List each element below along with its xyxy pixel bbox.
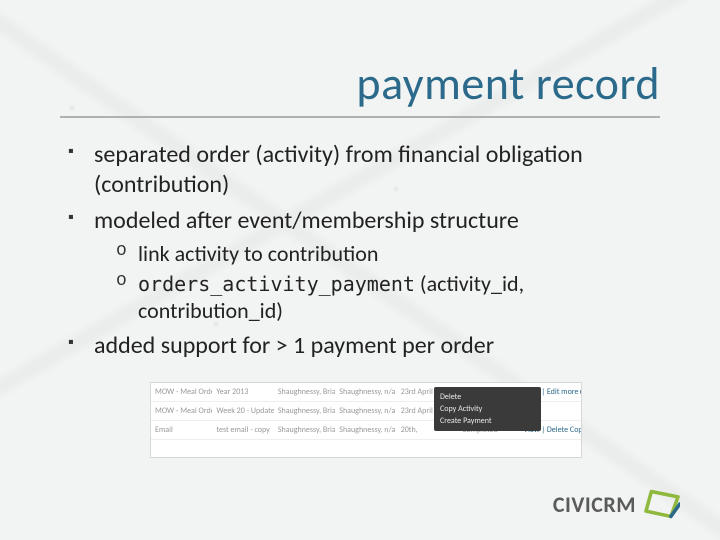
cell: Week 20 - Updates xyxy=(212,406,273,416)
bullet: modeled after event/membership structure… xyxy=(68,206,660,325)
cell: MOW - Meal Order xyxy=(151,387,212,397)
menu-item-delete[interactable]: Delete xyxy=(440,391,535,403)
cell: Email xyxy=(151,425,212,435)
cell: Year 2013 xyxy=(212,387,273,397)
civicrm-logo-icon xyxy=(644,488,680,520)
slide-body: separated order (activity) from financia… xyxy=(68,140,660,367)
bullet-text: modeled after event/membership structure xyxy=(94,206,519,235)
title-underline xyxy=(60,116,660,118)
logo: CIVICRM xyxy=(553,488,680,520)
cell: Shaughnessy, Brian xyxy=(274,387,335,397)
sub-bullet-mono: orders_activity_payment xyxy=(138,272,415,296)
bullet: separated order (activity) from financia… xyxy=(68,140,660,200)
cell: Shaughnessy, Brian xyxy=(274,406,335,416)
sub-bullet: link activity to contribution xyxy=(116,240,660,268)
bullet-text: separated order (activity) from financia… xyxy=(94,140,583,199)
cell: Shaughnessy, n/a xyxy=(335,425,396,435)
cell: MOW - Meal Order xyxy=(151,406,212,416)
slide-title: payment record xyxy=(0,56,660,112)
menu-item-create-payment[interactable]: Create Payment xyxy=(440,415,535,427)
slide: payment record separated order (activity… xyxy=(0,0,720,540)
sub-bullet: orders_activity_payment (activity_id, co… xyxy=(116,270,660,325)
embedded-screenshot: MOW - Meal Order Year 2013 Shaughnessy, … xyxy=(150,382,582,458)
cell: Shaughnessy, n/a xyxy=(335,387,396,397)
bullet: added support for > 1 payment per order xyxy=(68,331,660,361)
context-menu[interactable]: Delete Copy Activity Create Payment xyxy=(434,387,541,431)
bullet-text: added support for > 1 payment per order xyxy=(94,331,494,360)
sub-bullet-text: link activity to contribution xyxy=(138,240,378,267)
cell: Shaughnessy, Brian xyxy=(274,425,335,435)
logo-text: CIVICRM xyxy=(553,491,636,518)
cell: Shaughnessy, n/a xyxy=(335,406,396,416)
cell: test email - copy xyxy=(212,425,273,435)
menu-item-copy-activity[interactable]: Copy Activity xyxy=(440,403,535,415)
